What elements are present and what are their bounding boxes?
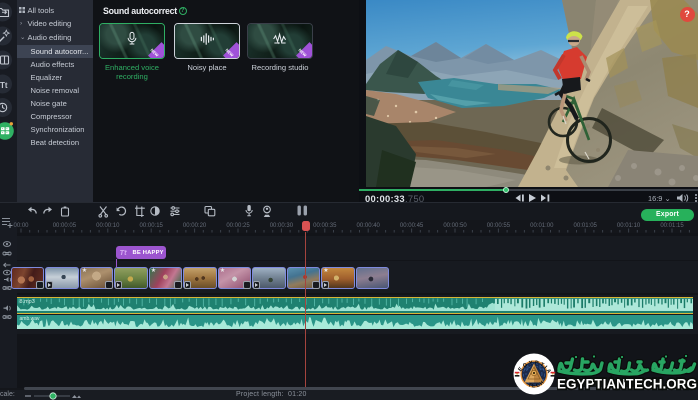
svg-text:00:00:45: 00:00:45: [400, 223, 424, 229]
svg-text:00:00:05: 00:00:05: [53, 223, 77, 229]
svg-text:EGYPTIANTECH.ORG: EGYPTIANTECH.ORG: [557, 377, 697, 392]
svg-text:00:00:25: 00:00:25: [226, 223, 250, 229]
svg-text:00:00:10: 00:00:10: [96, 223, 120, 229]
svg-text:00:01:00: 00:01:00: [530, 223, 554, 229]
svg-text:00:00:55: 00:00:55: [487, 223, 511, 229]
svg-text:00:00: 00:00: [13, 223, 29, 229]
svg-text:00:00:35: 00:00:35: [313, 223, 337, 229]
svg-text:00:00:30: 00:00:30: [270, 223, 294, 229]
svg-text:00:00:15: 00:00:15: [140, 223, 164, 229]
svg-text:00:01:05: 00:01:05: [574, 223, 598, 229]
svg-text:00:00:40: 00:00:40: [357, 223, 381, 229]
svg-text:00:01:15: 00:01:15: [660, 223, 684, 229]
svg-text:00:01:10: 00:01:10: [617, 223, 641, 229]
svg-text:00:00:50: 00:00:50: [443, 223, 467, 229]
svg-text:00:00:20: 00:00:20: [183, 223, 207, 229]
